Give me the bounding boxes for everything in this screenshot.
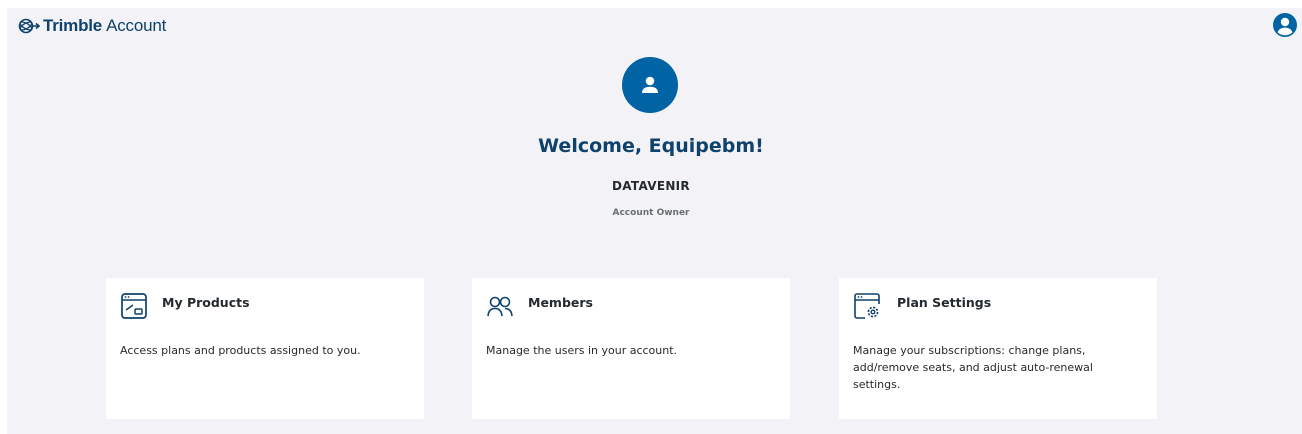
avatar bbox=[622, 57, 678, 113]
brand-name: Trimble bbox=[43, 16, 103, 35]
product-window-icon bbox=[121, 293, 147, 319]
organization-name: DATAVENIR bbox=[612, 179, 690, 193]
users-icon bbox=[487, 296, 513, 317]
plan-settings-card[interactable]: Plan Settings Manage your subscriptions:… bbox=[839, 278, 1157, 419]
card-title: Plan Settings bbox=[897, 295, 992, 310]
card-title: My Products bbox=[162, 295, 250, 310]
trimble-globe-icon bbox=[18, 18, 40, 34]
account-role: Account Owner bbox=[612, 208, 690, 218]
card-title: Members bbox=[528, 295, 593, 310]
brand-logo[interactable]: Trimble Account bbox=[18, 16, 166, 36]
welcome-heading: Welcome, Equipebm! bbox=[538, 135, 764, 157]
card-description: Manage the users in your account. bbox=[486, 344, 678, 357]
card-description: Manage your subscriptions: change plans,… bbox=[853, 344, 1093, 391]
plan-settings-gear-icon bbox=[854, 293, 880, 319]
my-products-card[interactable]: My Products Access plans and products as… bbox=[106, 278, 424, 419]
user-circle-icon[interactable] bbox=[1273, 13, 1297, 37]
user-icon bbox=[642, 76, 658, 93]
members-card[interactable]: Members Manage the users in your account… bbox=[472, 278, 790, 419]
brand-product-name: Account bbox=[106, 16, 167, 35]
card-description: Access plans and products assigned to yo… bbox=[120, 344, 361, 357]
